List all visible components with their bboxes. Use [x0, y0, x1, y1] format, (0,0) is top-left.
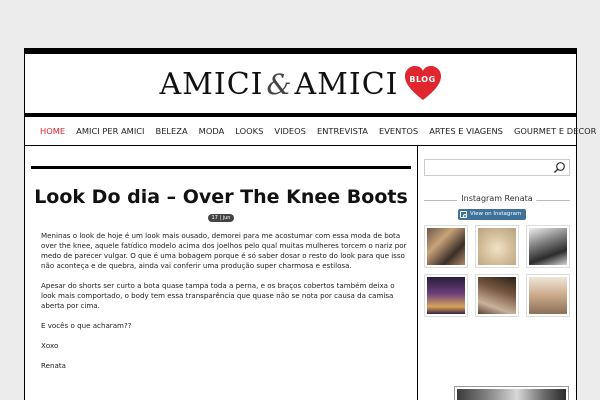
instagram-thumbnail[interactable] [526, 225, 570, 268]
instagram-heading: Instagram Renata [457, 194, 537, 203]
post-title[interactable]: Look Do dia – Over The Knee Boots [25, 186, 417, 208]
nav-amici-per-amici[interactable]: AMICI PER AMICI [76, 126, 144, 136]
column-divider [417, 146, 418, 400]
heart-icon: BLOG [404, 66, 442, 102]
post-paragraph: Xoxo [41, 341, 59, 350]
blog-badge: BLOG [409, 75, 436, 84]
post-paragraph: Meninas o look de hoje é um look mais ou… [41, 231, 407, 270]
nav-home[interactable]: HOME [40, 126, 65, 136]
page-frame: AMICI & AMICI BLOG HOME AMICI PER AMICI … [24, 48, 596, 400]
post-paragraph: E vocês o que acharam?? [41, 321, 132, 330]
logo-ampersand: & [266, 67, 292, 101]
instagram-thumbnail[interactable] [475, 225, 519, 268]
logo-word-2: AMICI [294, 66, 399, 102]
sidebar-featured-image[interactable] [454, 386, 569, 400]
instagram-button-label: View on Instagram [470, 211, 522, 217]
nav-moda[interactable]: MODA [199, 126, 225, 136]
nav-entrevista[interactable]: ENTREVISTA [317, 126, 368, 136]
site-logo[interactable]: AMICI & AMICI BLOG [159, 66, 441, 102]
search-input[interactable] [424, 159, 570, 176]
nav-rule [25, 145, 576, 146]
post-paragraph: Apesar do shorts ser curto a bota quase … [41, 281, 395, 310]
instagram-icon [460, 211, 467, 218]
nav-looks[interactable]: LOOKS [235, 126, 263, 136]
logo-word-1: AMICI [159, 66, 264, 102]
header: AMICI & AMICI BLOG [25, 54, 576, 114]
post-paragraph: Renata [41, 361, 66, 370]
nav-eventos[interactable]: EVENTOS [379, 126, 418, 136]
instagram-thumbnail[interactable] [424, 274, 468, 317]
nav-beleza[interactable]: BELEZA [156, 126, 188, 136]
instagram-widget-header: Instagram Renata [424, 194, 570, 206]
instagram-grid [424, 225, 570, 317]
post-date-badge: 17 | jun [208, 214, 234, 222]
nav-artes-e-viagens[interactable]: ARTES E VIAGENS [429, 126, 503, 136]
main-nav: HOME AMICI PER AMICI BELEZA MODA LOOKS V… [25, 117, 596, 145]
nav-videos[interactable]: VIDEOS [274, 126, 306, 136]
post-top-rule [31, 166, 411, 169]
instagram-thumbnail[interactable] [424, 225, 468, 268]
instagram-thumbnail[interactable] [475, 274, 519, 317]
view-on-instagram-button[interactable]: View on Instagram [458, 209, 526, 220]
instagram-thumbnail[interactable] [526, 274, 570, 317]
search-icon[interactable] [553, 161, 566, 174]
nav-gourmet-e-decor[interactable]: GOURMET E DECOR [514, 126, 597, 136]
post-body: Meninas o look de hoje é um look mais ou… [41, 231, 409, 381]
